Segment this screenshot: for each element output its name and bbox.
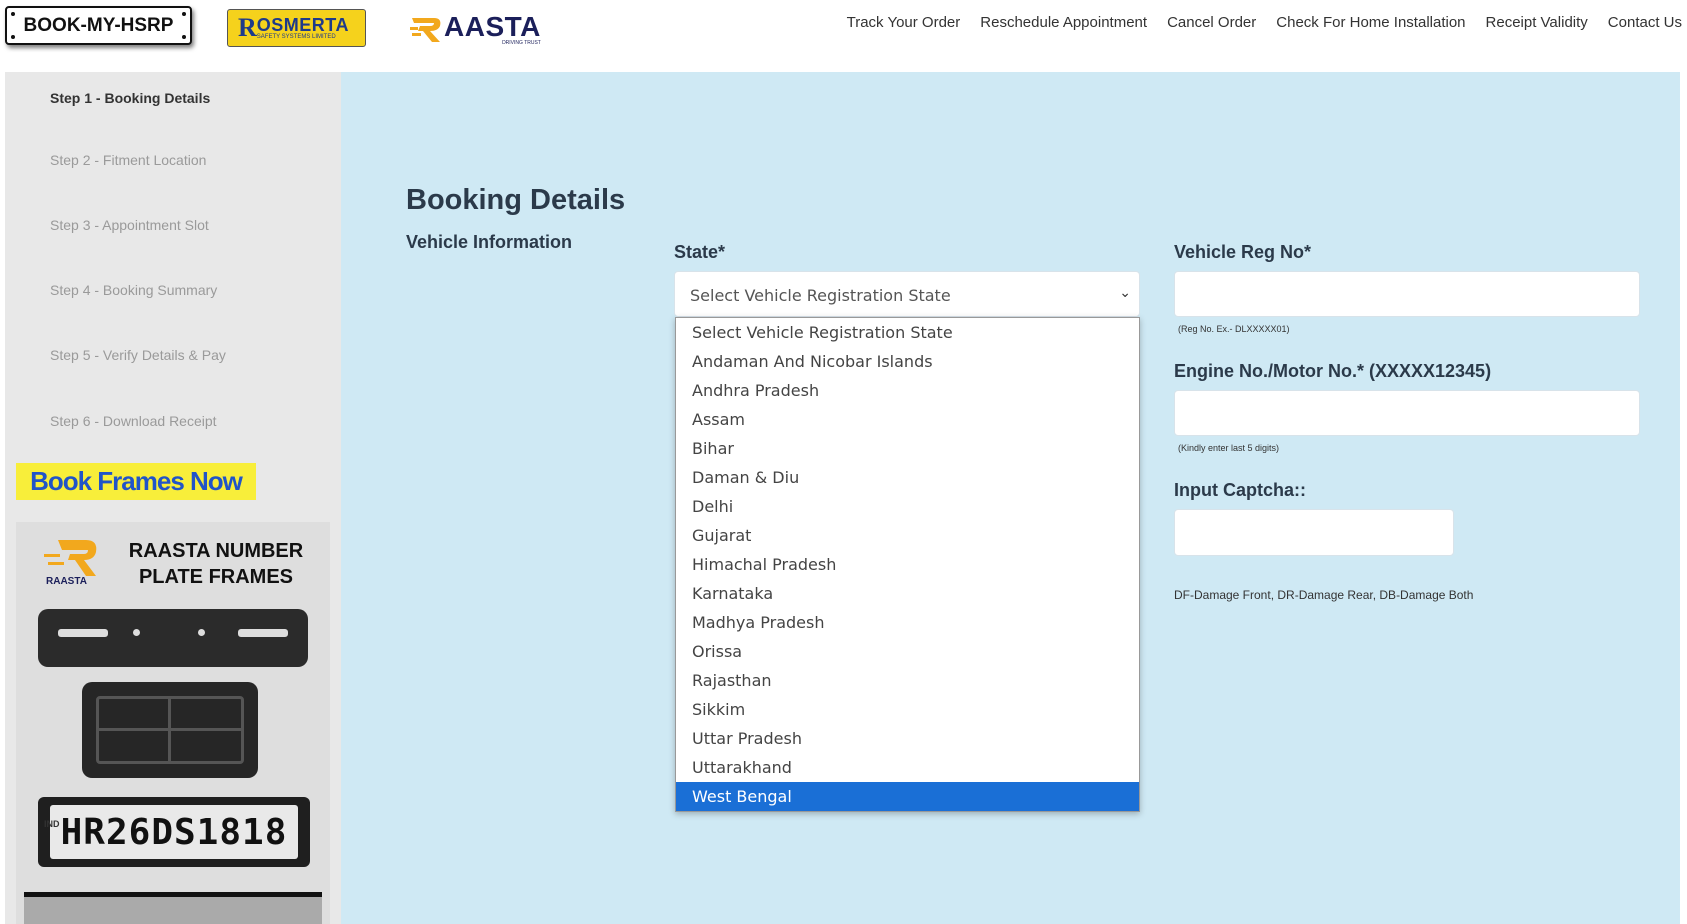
state-option[interactable]: Uttar Pradesh	[676, 724, 1139, 753]
state-option[interactable]: Select Vehicle Registration State	[676, 318, 1139, 347]
state-dropdown-list[interactable]: Select Vehicle Registration State Andama…	[675, 317, 1140, 812]
state-option[interactable]: Andaman And Nicobar Islands	[676, 347, 1139, 376]
plate-number-text: HR26DS1818	[60, 811, 288, 853]
top-nav: Track Your Order Reschedule Appointment …	[847, 14, 1687, 31]
nav-reschedule-appointment[interactable]: Reschedule Appointment	[980, 14, 1147, 31]
state-option[interactable]: Himachal Pradesh	[676, 550, 1139, 579]
page-title: Booking Details	[406, 184, 626, 216]
nav-track-order[interactable]: Track Your Order	[847, 14, 961, 31]
state-option[interactable]: Karnataka	[676, 579, 1139, 608]
state-option[interactable]: Andhra Pradesh	[676, 376, 1139, 405]
state-option[interactable]: Sikkim	[676, 695, 1139, 724]
state-option[interactable]: Madhya Pradesh	[676, 608, 1139, 637]
state-option[interactable]: Rajasthan	[676, 666, 1139, 695]
frames-ad-banner[interactable]: RAASTA RAASTA NUMBER PLATE FRAMES HR26DS…	[16, 522, 330, 924]
step-4[interactable]: Step 4 - Booking Summary	[50, 282, 217, 298]
state-option[interactable]: Assam	[676, 405, 1139, 434]
step-6[interactable]: Step 6 - Download Receipt	[50, 413, 217, 429]
chevron-down-icon: ⌄	[1119, 284, 1131, 300]
vehicle-reg-label: Vehicle Reg No*	[1174, 242, 1312, 262]
state-label: State*	[674, 242, 726, 262]
damage-note: DF-Damage Front, DR-Damage Rear, DB-Dama…	[1174, 588, 1474, 602]
ad-bottom-strip	[24, 892, 322, 924]
book-my-hsrp-logo[interactable]: BOOK-MY-HSRP	[5, 6, 192, 45]
steps-sidebar: Step 1 - Booking Details Step 2 - Fitmen…	[5, 72, 341, 924]
number-plate-image: HR26DS1818 IND	[38, 797, 310, 867]
vehicle-reg-input[interactable]	[1174, 271, 1640, 317]
nav-home-installation[interactable]: Check For Home Installation	[1276, 14, 1465, 31]
state-option[interactable]: Bihar	[676, 434, 1139, 463]
rosmerta-logo[interactable]: R OSMERTA SAFETY SYSTEMS LIMITED	[227, 9, 366, 47]
state-option[interactable]: Orissa	[676, 637, 1139, 666]
state-option-highlighted[interactable]: West Bengal	[676, 782, 1139, 811]
rosmerta-logo-sub: SAFETY SYSTEMS LIMITED	[256, 34, 336, 40]
book-frames-now-button[interactable]: Book Frames Now	[16, 463, 256, 500]
rosmerta-logo-r: R	[238, 13, 257, 42]
state-option[interactable]: Uttarakhand	[676, 753, 1139, 782]
engine-no-input[interactable]	[1174, 390, 1640, 436]
raasta-logo-text: AASTA	[444, 10, 541, 42]
ad-logo-text: RAASTA	[46, 576, 87, 587]
plate-country-text: IND	[44, 819, 60, 829]
engine-no-help: (Kindly enter last 5 digits)	[1178, 443, 1280, 453]
step-1[interactable]: Step 1 - Booking Details	[50, 90, 210, 106]
state-option[interactable]: Gujarat	[676, 521, 1139, 550]
state-option[interactable]: Delhi	[676, 492, 1139, 521]
section-title: Vehicle Information	[406, 232, 573, 252]
ad-title: RAASTA NUMBER PLATE FRAMES	[128, 540, 304, 588]
site-header: BOOK-MY-HSRP R OSMERTA SAFETY SYSTEMS LI…	[0, 0, 1687, 72]
square-frame-image	[82, 682, 258, 778]
raasta-logo-sub: DRIVING TRUST	[502, 39, 541, 46]
step-3[interactable]: Step 3 - Appointment Slot	[50, 217, 209, 233]
captcha-label: Input Captcha::	[1174, 480, 1306, 500]
raasta-mark-icon	[410, 18, 441, 42]
raasta-logo[interactable]: AASTA DRIVING TRUST	[410, 12, 541, 46]
nav-receipt-validity[interactable]: Receipt Validity	[1486, 14, 1588, 31]
nav-contact-us[interactable]: Contact Us	[1608, 14, 1682, 31]
step-2[interactable]: Step 2 - Fitment Location	[50, 152, 206, 168]
state-select[interactable]: Select Vehicle Registration State ⌄	[674, 271, 1140, 317]
state-option[interactable]: Daman & Diu	[676, 463, 1139, 492]
engine-no-label: Engine No./Motor No.* (XXXXX12345)	[1174, 361, 1492, 381]
plate-frame-image	[38, 609, 308, 667]
step-5[interactable]: Step 5 - Verify Details & Pay	[50, 347, 226, 363]
rosmerta-logo-text: OSMERTA	[256, 15, 349, 35]
book-frames-label: Book Frames Now	[30, 466, 243, 496]
captcha-input[interactable]	[1174, 509, 1454, 556]
state-select-value: Select Vehicle Registration State	[690, 286, 951, 305]
vehicle-reg-help: (Reg No. Ex.- DLXXXXX01)	[1178, 324, 1290, 334]
logo-hsrp-text: BOOK-MY-HSRP	[23, 14, 174, 36]
nav-cancel-order[interactable]: Cancel Order	[1167, 14, 1256, 31]
